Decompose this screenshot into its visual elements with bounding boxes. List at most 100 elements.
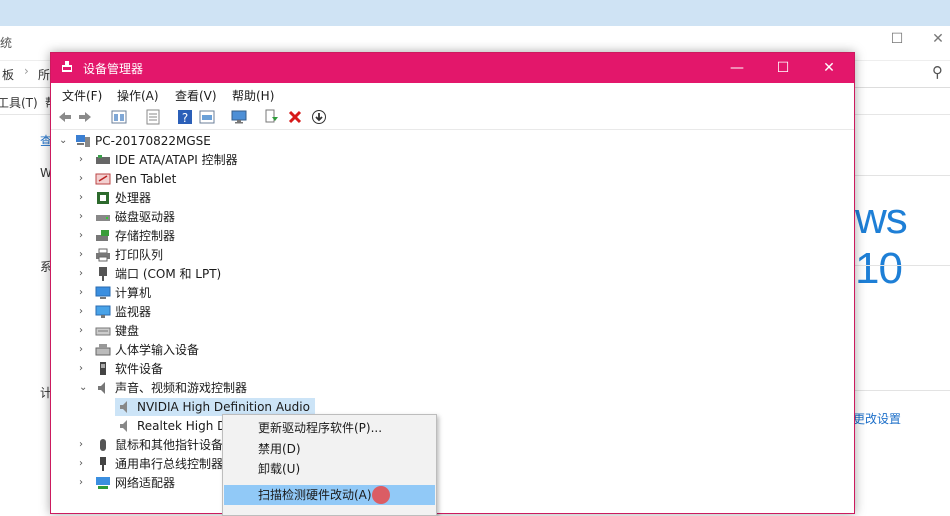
background-window-title: 统: [0, 36, 13, 50]
device-manager-window: 设备管理器 — ☐ ✕ 文件(F) 操作(A) 查看(V) 帮助(H) ? ⌄ …: [50, 52, 855, 514]
tree-item-label: 打印队列: [115, 248, 164, 262]
context-menu-scan-hardware[interactable]: 扫描检测硬件改动(A): [224, 485, 435, 505]
window-title: 设备管理器: [83, 62, 144, 76]
device-manager-icon: [62, 61, 72, 72]
address-fragment-2: 所: [38, 68, 51, 82]
tree-root-label: PC-20170822MGSE: [95, 134, 211, 148]
network-icon: [96, 477, 110, 489]
show-hidden-icon[interactable]: [145, 109, 161, 125]
hid-icon: [95, 344, 111, 356]
context-menu-item-label: 更新驱动程序软件(P)...: [258, 421, 383, 435]
divider: [855, 390, 950, 391]
tree-item-label: 鼠标和其他指针设备: [115, 438, 224, 452]
menu-help[interactable]: 帮助(H): [232, 87, 274, 104]
speaker-icon: [120, 420, 127, 432]
menu-view[interactable]: 查看(V): [175, 87, 217, 104]
close-button[interactable]: ✕: [806, 53, 852, 83]
tree-item-label: 声音、视频和游戏控制器: [115, 381, 248, 395]
chevron-right-icon[interactable]: ›: [79, 265, 89, 283]
uninstall-x-icon[interactable]: [287, 109, 303, 125]
svg-text:?: ?: [182, 111, 188, 125]
change-settings-link[interactable]: 更改设置: [853, 410, 901, 427]
tree-item-label: 网络适配器: [115, 476, 176, 490]
chevron-right-icon[interactable]: ›: [79, 170, 89, 188]
menu-action[interactable]: 操作(A): [117, 87, 159, 104]
context-menu: 更新驱动程序软件(P)... 禁用(D) 卸载(U) 扫描检测硬件改动(A): [222, 414, 437, 516]
chevron-down-icon[interactable]: ⌄: [79, 379, 89, 397]
tree-item-label: IDE ATA/ATAPI 控制器: [115, 153, 238, 167]
sound-icon: [98, 382, 105, 394]
chevron-right-icon[interactable]: ›: [79, 151, 89, 169]
chevron-down-icon[interactable]: ⌄: [59, 132, 69, 150]
chevron-right-icon[interactable]: ›: [79, 227, 89, 245]
context-menu-item-label: 扫描检测硬件改动(A): [258, 488, 372, 502]
menubar: 文件(F) 操作(A) 查看(V) 帮助(H): [51, 83, 854, 105]
mouse-icon: [100, 439, 106, 451]
tree-item-label: 计算机: [115, 286, 152, 300]
context-menu-item-label: 卸载(U): [258, 462, 301, 476]
background-menu-tools[interactable]: 工具(T): [0, 94, 38, 111]
maximize-button[interactable]: ☐: [760, 53, 806, 83]
processor-icon: [97, 192, 109, 204]
tree-item-label: 键盘: [115, 324, 140, 338]
computer-icon: [95, 286, 111, 299]
divider: [855, 265, 950, 266]
keyboard-icon: [95, 327, 111, 336]
chevron-right-icon[interactable]: ›: [79, 455, 89, 473]
pen-tablet-icon: [95, 173, 111, 185]
disk-drive-icon: [96, 215, 110, 221]
chevron-right-icon[interactable]: ›: [79, 303, 89, 321]
menu-file[interactable]: 文件(F): [62, 87, 102, 104]
help-icon[interactable]: ?: [177, 109, 193, 125]
device-manager-titlebar: 设备管理器 — ☐ ✕: [51, 53, 854, 83]
mouse-cursor-highlight: [372, 486, 390, 504]
background-close-button[interactable]: ✕: [928, 31, 948, 47]
software-device-icon: [100, 362, 106, 375]
pc-icon: [76, 135, 90, 147]
port-icon: [99, 267, 107, 281]
tree-item-label: 磁盘驱动器: [115, 210, 176, 224]
forward-arrow-icon[interactable]: [77, 109, 93, 125]
tree-item-label: Pen Tablet: [115, 172, 177, 186]
update-driver-icon[interactable]: [263, 109, 279, 125]
chevron-right-icon[interactable]: ›: [79, 436, 89, 454]
context-menu-disable[interactable]: 禁用(D): [224, 439, 435, 459]
ide-controller-icon: [96, 155, 110, 164]
chevron-right-icon[interactable]: ›: [79, 341, 89, 359]
windows-10-logo: ws 10: [855, 194, 908, 293]
tree-item-label: 人体学输入设备: [115, 343, 200, 357]
scan-monitor-icon[interactable]: [231, 109, 247, 125]
tree-item-label: 监视器: [115, 305, 152, 319]
speaker-icon: [120, 401, 127, 413]
tree-item-label: 软件设备: [115, 362, 164, 376]
tree-item-label: 存储控制器: [115, 229, 176, 243]
chevron-right-icon[interactable]: ›: [79, 246, 89, 264]
tree-item-label: 处理器: [115, 191, 152, 205]
chevron-right-icon[interactable]: ›: [79, 474, 89, 492]
chevron-right-icon[interactable]: ›: [79, 189, 89, 207]
resources-icon[interactable]: [199, 109, 215, 125]
monitor-icon: [95, 305, 111, 318]
storage-controller-icon: [96, 230, 109, 241]
desktop-top-strip: [0, 0, 950, 26]
minimize-button[interactable]: —: [714, 53, 760, 83]
context-menu-update-driver[interactable]: 更新驱动程序软件(P)...: [224, 418, 435, 438]
chevron-right-icon[interactable]: ›: [79, 208, 89, 226]
chevron-right-icon[interactable]: ›: [79, 284, 89, 302]
printer-icon: [96, 248, 110, 262]
download-circle-icon[interactable]: [311, 109, 327, 125]
back-arrow-icon[interactable]: [57, 109, 73, 125]
tree-item-label: 通用串行总线控制器: [115, 457, 224, 471]
properties-icon[interactable]: [111, 109, 127, 125]
background-maximize-button[interactable]: ☐: [887, 31, 907, 47]
search-icon[interactable]: ⚲: [932, 63, 943, 81]
chevron-right-icon[interactable]: ›: [79, 322, 89, 340]
tree-item-label: 端口 (COM 和 LPT): [115, 267, 222, 281]
usb-icon: [100, 457, 106, 471]
context-menu-uninstall[interactable]: 卸载(U): [224, 459, 435, 479]
address-fragment: 板: [2, 68, 15, 82]
chevron-right-icon[interactable]: ›: [79, 360, 89, 378]
device-tree: ⌄ PC-20170822MGSE › IDE ATA/ATAPI 控制器 › …: [51, 130, 854, 490]
divider: [855, 175, 950, 176]
context-menu-item-label: 禁用(D): [258, 442, 301, 456]
